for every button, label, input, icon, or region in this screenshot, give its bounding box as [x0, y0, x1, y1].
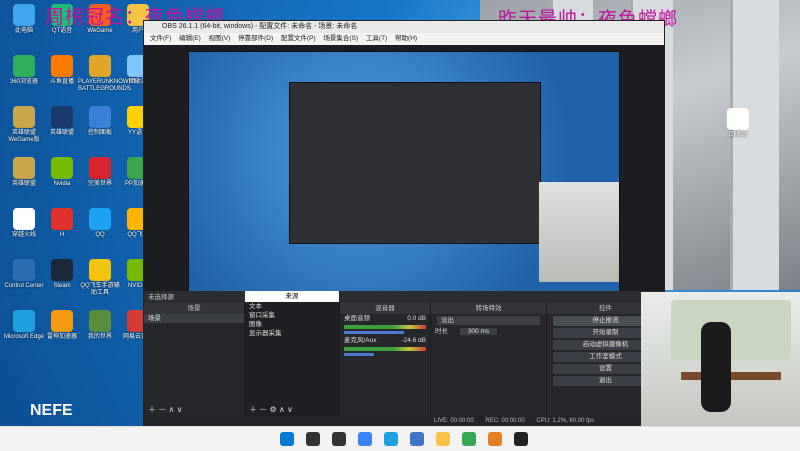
menu-edit[interactable]: 编辑(E): [179, 35, 201, 42]
transition-select[interactable]: 淡出: [437, 316, 540, 325]
scene-item[interactable]: 场景: [144, 314, 244, 323]
lol-icon: [13, 106, 35, 128]
pubg-icon: [89, 55, 111, 77]
obs-docks: 未选择源 场景 场景 ＋ － ∧ ∨ 来源 文本 窗口采集 图像 显示器采集 ＋…: [144, 291, 664, 416]
obs-window: OBS 26.1.1 (64-bit, windows) - 配置文件: 未命名…: [143, 20, 665, 428]
obs-menu-bar: 文件(F) 编辑(E) 视图(V) 停靠部件(D) 配置文件(P) 场景集合(S…: [144, 33, 664, 45]
douyu-icon: [51, 55, 73, 77]
menu-docks[interactable]: 停靠部件(D): [238, 35, 273, 42]
control-center-icon: [13, 259, 35, 281]
app-icon[interactable]: [488, 432, 502, 446]
nvidia-icon: [51, 157, 73, 179]
live-timer: LIVE: 00:00:00: [434, 418, 474, 424]
duration-input[interactable]: 300 ms: [459, 328, 498, 335]
menu-help[interactable]: 帮助(H): [395, 35, 417, 42]
transitions-header: 转场特效: [431, 303, 546, 314]
mixer-channel-desktop: 桌面音频 0.0 dB: [344, 315, 426, 322]
menu-tools[interactable]: 工具(T): [366, 35, 387, 42]
transitions-dock: 转场特效 淡出 时长 300 ms: [431, 303, 547, 416]
steam-icon: [51, 259, 73, 281]
add-icon[interactable]: ＋: [249, 405, 257, 414]
control-panel-icon: [89, 106, 111, 128]
scenes-dock: 场景 场景 ＋ － ∧ ∨: [144, 303, 245, 416]
widgets-icon[interactable]: [358, 432, 372, 446]
plant-shape: [671, 300, 791, 360]
obs-icon[interactable]: [514, 432, 528, 446]
add-icon[interactable]: ＋: [148, 405, 156, 414]
cpu-usage: CPU: 1.2%, 60.00 fps: [536, 418, 595, 424]
nested-obs-window: [289, 82, 541, 244]
obs-title-bar: OBS 26.1.1 (64-bit, windows) - 配置文件: 未命名…: [144, 21, 664, 33]
nefe-logo: NEFE: [30, 402, 73, 419]
source-item-image[interactable]: 图像: [245, 320, 339, 329]
preview-canvas[interactable]: [144, 45, 664, 311]
pw-icon: [89, 157, 111, 179]
down-icon[interactable]: ∨: [177, 405, 183, 414]
h-icon: [51, 208, 73, 230]
person-shape: [701, 322, 731, 412]
source-item-display[interactable]: 显示器采集: [245, 329, 339, 338]
obs-title-text: OBS 26.1.1 (64-bit, windows) - 配置文件: 未命名…: [162, 23, 358, 30]
sources-toolbar: ＋ － ⚙ ∧ ∨: [245, 405, 339, 414]
lol-icon: [13, 157, 35, 179]
volume-slider[interactable]: [344, 331, 404, 334]
cf-icon: [13, 208, 35, 230]
source-item-text[interactable]: 文本: [245, 302, 339, 311]
nested-preview: [188, 51, 620, 305]
source-item-window[interactable]: 窗口采集: [245, 311, 339, 320]
nested-webcam: [539, 182, 619, 282]
windows-start-icon[interactable]: [280, 432, 294, 446]
remove-icon[interactable]: －: [158, 405, 166, 414]
rec-timer: REC: 00:00:00: [485, 418, 525, 424]
up-icon[interactable]: ∧: [279, 405, 285, 414]
mixer-channel-mic: 麦克风/Aux -24.6 dB: [344, 337, 426, 344]
menu-profile[interactable]: 配置文件(P): [281, 35, 316, 42]
edge-icon: [13, 310, 35, 332]
monitor-icon: [13, 4, 35, 26]
menu-view[interactable]: 视图(V): [209, 35, 231, 42]
search-icon[interactable]: [306, 432, 320, 446]
transition-duration: 时长 300 ms: [431, 327, 546, 336]
file-explorer-icon[interactable]: [436, 432, 450, 446]
down-icon[interactable]: ∨: [287, 405, 293, 414]
webcam-overlay: [641, 292, 800, 426]
task-view-icon[interactable]: [332, 432, 346, 446]
desktop-icon-right[interactable]: 回收站: [716, 108, 760, 148]
scenes-toolbar: ＋ － ∧ ∨: [144, 405, 244, 414]
lol-icon: [51, 106, 73, 128]
sources-dock: 来源 文本 窗口采集 图像 显示器采集 ＋ － ⚙ ∧ ∨: [245, 291, 340, 416]
volume-meter: [344, 325, 426, 329]
remove-icon[interactable]: －: [259, 405, 267, 414]
volume-slider[interactable]: [344, 353, 374, 356]
edge-icon[interactable]: [384, 432, 398, 446]
thunder-icon: [51, 310, 73, 332]
scenes-header: 场景: [144, 303, 244, 314]
menu-scene-collection[interactable]: 场景集合(S): [323, 35, 358, 42]
store-icon[interactable]: [410, 432, 424, 446]
mixer-dock: 混音器 桌面音频 0.0 dB 麦克风/Aux -24.6 dB: [340, 303, 431, 416]
sources-header: 来源: [245, 291, 339, 302]
no-source-label: 未选择源: [148, 294, 174, 301]
menu-file[interactable]: 文件(F): [150, 35, 171, 42]
mixer-header: 混音器: [340, 303, 430, 314]
browser-icon: [13, 55, 35, 77]
up-icon[interactable]: ∧: [168, 405, 174, 414]
bench-shape: [681, 372, 781, 380]
qqspeed-tool-icon: [89, 259, 111, 281]
taskbar: [0, 426, 800, 451]
volume-meter: [344, 347, 426, 351]
chrome-icon[interactable]: [462, 432, 476, 446]
gear-icon[interactable]: ⚙: [269, 405, 276, 414]
qq-icon: [89, 208, 111, 230]
recycle-bin-icon: [727, 108, 749, 130]
minecraft-icon: [89, 310, 111, 332]
